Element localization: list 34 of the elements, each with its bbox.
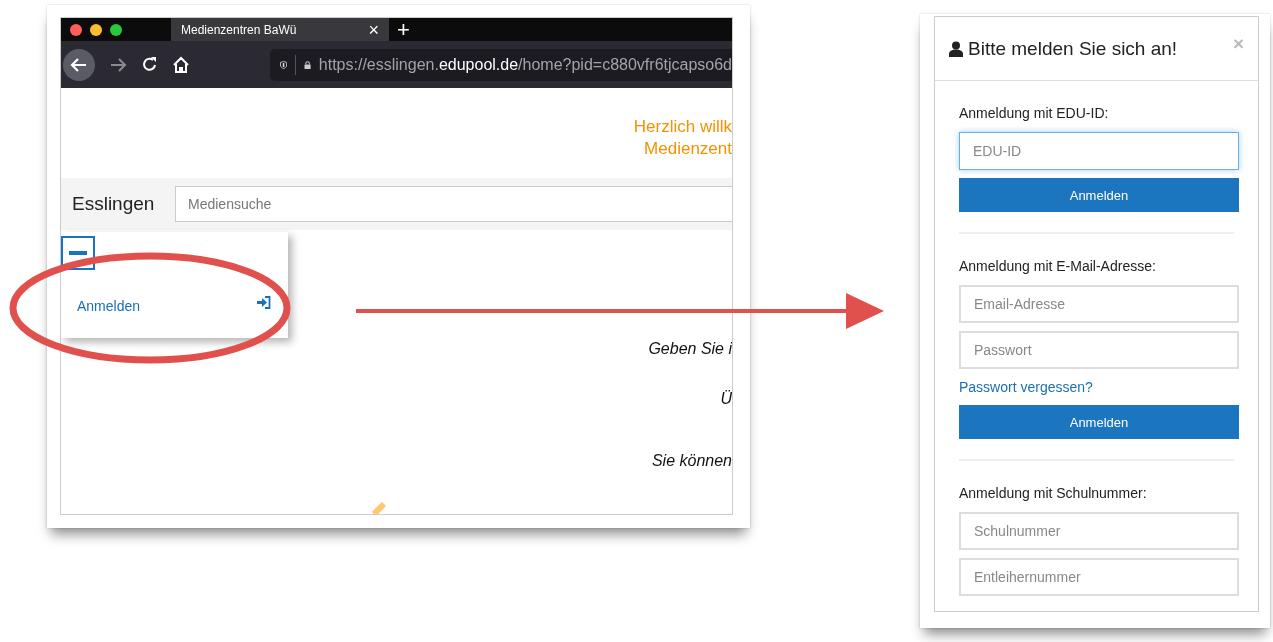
forward-arrow-icon[interactable] [109, 56, 127, 73]
reload-icon[interactable] [141, 56, 158, 73]
section-label: Anmeldung mit E-Mail-Adresse: [959, 258, 1157, 274]
close-window-icon[interactable] [70, 23, 82, 36]
home-icon[interactable] [172, 55, 190, 74]
site-name: Esslingen [71, 193, 156, 215]
new-tab-button[interactable]: + [397, 18, 410, 41]
back-button[interactable] [63, 48, 95, 81]
intro-text: Ü [720, 390, 732, 408]
login-button[interactable]: Anmelden [959, 178, 1239, 212]
login-button[interactable]: Anmelden [959, 405, 1239, 439]
url-text: https://esslingen.edupool.de/home?pid=c880vfr6tjcapso6d [318, 55, 732, 74]
left-arrow-icon [70, 56, 88, 73]
forgot-password-link[interactable]: Passwort vergessen? [959, 379, 1093, 395]
minimize-window-icon[interactable] [90, 23, 102, 36]
welcome-heading: Herzlich willk [633, 116, 732, 138]
dialog-title: Bitte melden Sie sich an! [968, 37, 1179, 60]
welcome-heading: Medienzent [644, 138, 732, 160]
intro-text: Geben Sie i [648, 340, 732, 358]
diagonal-stroke-icon [372, 502, 388, 514]
search-field[interactable]: Mediensuche [175, 186, 732, 222]
login-link[interactable]: Anmelden [77, 298, 141, 314]
section-label: Anmeldung mit Schulnummer: [959, 485, 1148, 501]
section-label: Anmeldung mit EDU-ID: [959, 105, 1110, 121]
address-bar[interactable]: https://esslingen.edupool.de/home?pid=c880vfr6tjcapso6d [270, 48, 732, 81]
user-icon [949, 40, 963, 57]
minus-icon [69, 251, 87, 255]
sign-in-icon [257, 296, 271, 309]
browser-tab[interactable]: Medienzentren BaWü × [171, 18, 389, 41]
maximize-window-icon[interactable] [110, 23, 122, 36]
intro-text: Sie können [651, 452, 732, 470]
text-field[interactable]: EDU-ID [959, 132, 1239, 170]
tab-title: Medienzentren BaWü [181, 22, 297, 37]
tab-close-button[interactable]: × [368, 20, 379, 39]
